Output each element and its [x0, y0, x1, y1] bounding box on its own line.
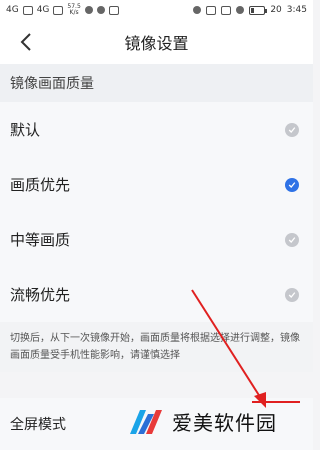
fullscreen-mode-label: 全屏模式 — [10, 417, 66, 433]
check-icon — [285, 287, 299, 302]
option-quality-first[interactable]: 画质优先 — [0, 157, 313, 212]
check-icon — [285, 232, 299, 247]
signal-icon — [22, 5, 33, 15]
eye-icon — [193, 6, 202, 14]
status-right: 20 3:45 — [193, 5, 307, 15]
signal-1-label: 4G — [6, 5, 19, 15]
status-left: 4G 4G 57.5 K/s — [6, 4, 119, 16]
page-title: 镜像设置 — [124, 34, 189, 53]
section-title: 镜像画面质量 — [0, 64, 313, 102]
quality-note: 切换后，从下一次镜像开始，画面质量将根据选择进行调整，镜像画面质量受手机性能影响… — [0, 322, 313, 372]
watermark-text: 爱美软件园 — [172, 410, 277, 435]
option-label: 流畅优先 — [10, 286, 71, 304]
chevron-left-icon — [20, 33, 31, 51]
nav-bar: 镜像设置 — [0, 20, 313, 64]
option-smooth-first[interactable]: 流畅优先 — [0, 267, 313, 322]
bluetooth-icon — [221, 5, 232, 15]
network-speed: 57.5 K/s — [67, 4, 80, 16]
app-icon — [96, 6, 105, 14]
battery-icon — [249, 5, 268, 15]
option-label: 中等画质 — [10, 231, 71, 249]
gallery-icon — [108, 5, 119, 15]
clock: 3:45 — [286, 5, 307, 15]
option-label: 默认 — [10, 121, 41, 139]
watermark-logo-icon — [130, 410, 162, 434]
wifi-icon — [53, 5, 64, 15]
signal-2-label: 4G — [36, 5, 50, 15]
battery-level: 20 — [270, 5, 282, 15]
notification-icon — [84, 6, 93, 14]
alarm-icon — [236, 6, 245, 14]
option-default[interactable]: 默认 — [0, 102, 313, 157]
option-label: 画质优先 — [10, 176, 71, 194]
quality-option-list: 默认 画质优先 中等画质 流畅优先 — [0, 102, 313, 322]
option-medium-quality[interactable]: 中等画质 — [0, 212, 313, 267]
check-selected-icon — [285, 177, 299, 192]
network-speed-unit: K/s — [69, 9, 79, 16]
watermark: 爱美软件园 — [128, 406, 277, 436]
back-button[interactable] — [10, 26, 42, 58]
status-bar: 4G 4G 57.5 K/s 20 3:45 — [0, 0, 313, 20]
check-icon — [285, 122, 299, 137]
vibrate-icon — [206, 5, 217, 15]
